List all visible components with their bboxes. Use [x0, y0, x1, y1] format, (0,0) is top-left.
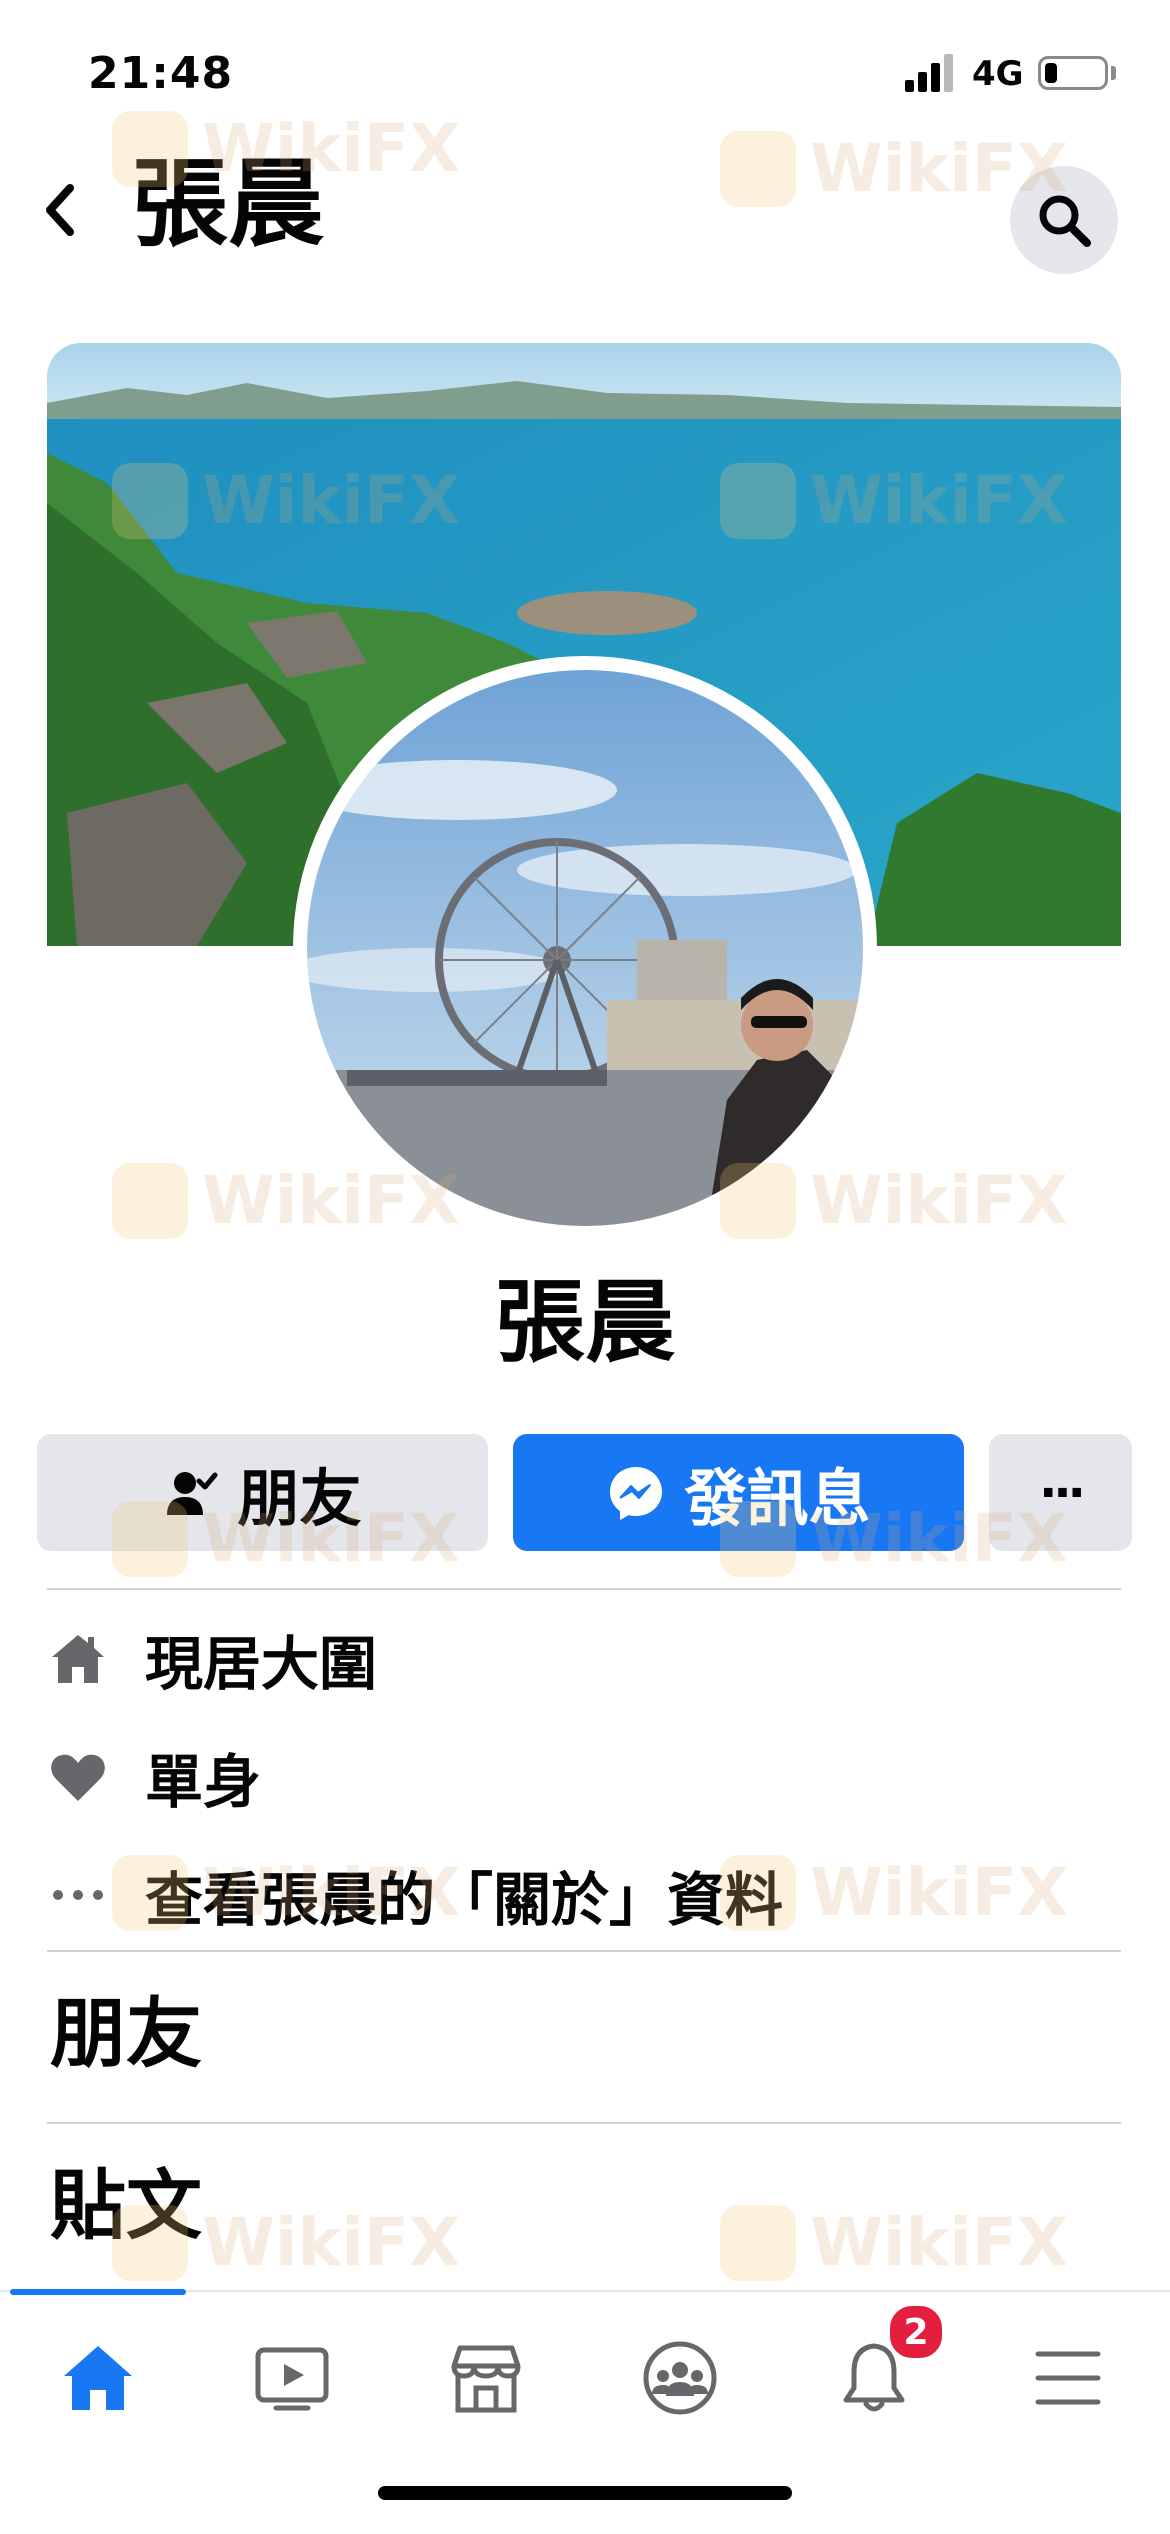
- watermark: WikiFX: [720, 462, 1068, 539]
- watermark: WikiFX: [720, 1500, 1068, 1577]
- profile-avatar[interactable]: [293, 656, 877, 1240]
- info-relationship: 單身: [47, 1732, 261, 1822]
- profile-name: 張晨: [495, 1270, 675, 1375]
- watermark: WikiFX: [720, 2204, 1068, 2281]
- watermark-text: WikiFX: [202, 462, 460, 539]
- watermark-text: WikiFX: [810, 2204, 1068, 2281]
- watermark-text: WikiFX: [202, 2204, 460, 2281]
- marketplace-tab-icon: [451, 2345, 521, 2413]
- divider: [47, 2122, 1121, 2124]
- battery-nub: [1111, 66, 1116, 80]
- watermark: WikiFX: [720, 1162, 1068, 1239]
- watermark-text: WikiFX: [810, 1162, 1068, 1239]
- network-label: 4G: [972, 54, 1024, 94]
- tab-groups[interactable]: [620, 2318, 740, 2438]
- watermark-text: WikiFX: [202, 1500, 460, 1577]
- watermark: WikiFX: [720, 1854, 1068, 1931]
- watermark: WikiFX: [112, 1500, 460, 1577]
- info-relationship-text: 單身: [145, 1748, 262, 1816]
- menu-tab-icon: [1035, 2351, 1101, 2405]
- info-lives-in: 現居大圍: [47, 1614, 377, 1704]
- active-tab-indicator: [10, 2289, 186, 2295]
- divider: [47, 1950, 1121, 1952]
- groups-tab-icon: [643, 2341, 717, 2415]
- tab-marketplace[interactable]: [426, 2318, 546, 2438]
- watermark: WikiFX: [112, 1162, 460, 1239]
- watermark-text: WikiFX: [810, 462, 1068, 539]
- battery-icon: [1038, 56, 1108, 90]
- watermark-text: WikiFX: [810, 1500, 1068, 1577]
- home-tab-icon: [64, 2346, 132, 2410]
- friends-section-title[interactable]: 朋友: [50, 1996, 202, 2072]
- watermark: WikiFX: [112, 462, 460, 539]
- divider: [47, 1588, 1121, 1590]
- info-lives-in-text: 現居大圍: [145, 1630, 378, 1698]
- tab-menu[interactable]: [1008, 2318, 1128, 2438]
- watermark-text: WikiFX: [810, 1854, 1068, 1931]
- watermark: WikiFX: [112, 1854, 460, 1931]
- messenger-icon: [610, 1466, 663, 1520]
- heart-icon: [51, 1754, 105, 1801]
- watermark: WikiFX: [112, 110, 460, 187]
- more-dots-icon: [53, 1890, 103, 1900]
- notifications-badge: 2: [886, 2302, 946, 2362]
- status-time: 21:48: [88, 48, 234, 99]
- tab-home[interactable]: [38, 2318, 158, 2438]
- chevron-left-icon[interactable]: [40, 180, 80, 240]
- watermark: WikiFX: [112, 2204, 460, 2281]
- video-tab-icon: [255, 2347, 329, 2411]
- watermark-text: WikiFX: [810, 130, 1068, 207]
- tab-video[interactable]: [232, 2318, 352, 2438]
- signal-icon: [905, 54, 953, 92]
- home-indicator: [378, 2486, 792, 2500]
- watermark-text: WikiFX: [202, 110, 460, 187]
- home-icon: [52, 1635, 104, 1683]
- watermark-text: WikiFX: [202, 1162, 460, 1239]
- watermark: WikiFX: [720, 130, 1068, 207]
- watermark-text: WikiFX: [202, 1854, 460, 1931]
